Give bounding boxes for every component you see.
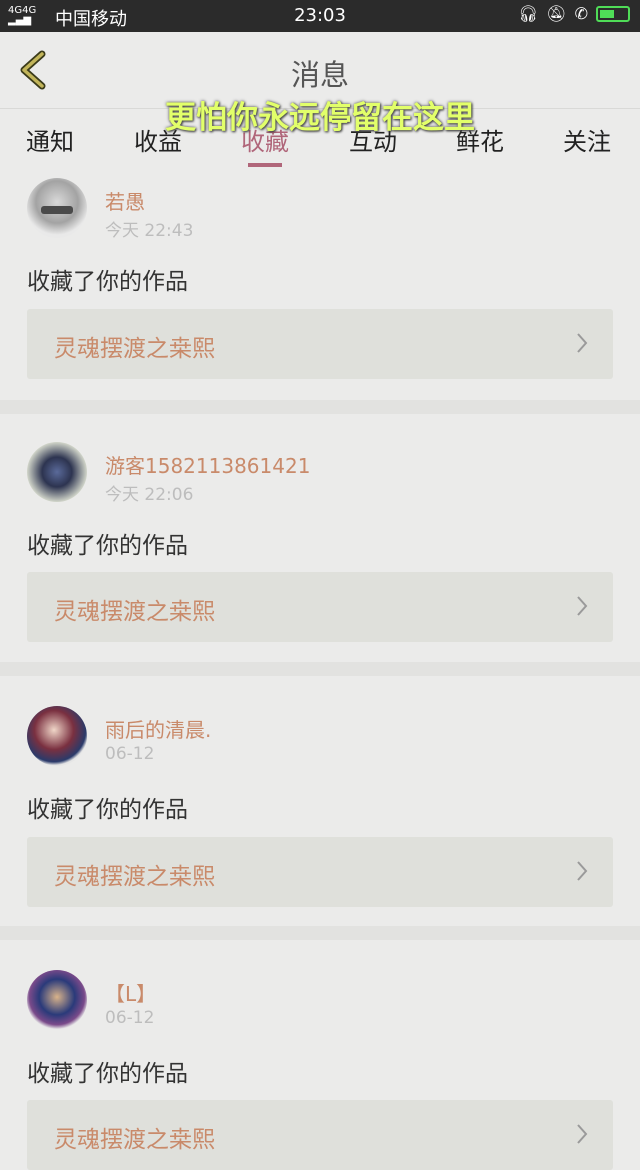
page-title: 消息 xyxy=(290,58,349,92)
timestamp: 今天 22:06 xyxy=(105,485,194,505)
video-caption: 更怕你永远停留在这里 xyxy=(165,100,475,136)
list-item: 游客1582113861421 今天 22:06 收藏了你的作品 灵魂摆渡之桒熙 xyxy=(0,414,640,662)
action-text: 收藏了你的作品 xyxy=(27,797,188,823)
username[interactable]: 游客1582113861421 xyxy=(105,450,310,479)
timestamp: 06-12 xyxy=(105,744,155,764)
work-title: 灵魂摆渡之桒熙 xyxy=(54,864,215,890)
avatar[interactable] xyxy=(27,442,87,502)
active-tab-indicator xyxy=(248,163,282,167)
username[interactable]: 【L】 xyxy=(105,978,156,1007)
timestamp: 今天 22:43 xyxy=(105,221,194,241)
chevron-right-icon xyxy=(577,861,588,881)
work-title: 灵魂摆渡之桒熙 xyxy=(54,336,215,362)
work-link[interactable]: 灵魂摆渡之桒熙 xyxy=(27,837,613,907)
list-item: 【L】 06-12 收藏了你的作品 灵魂摆渡之桒熙 xyxy=(0,940,640,1170)
work-title: 灵魂摆渡之桒熙 xyxy=(54,1127,215,1153)
avatar[interactable] xyxy=(27,178,87,238)
battery-charging-icon xyxy=(596,5,630,22)
chevron-right-icon xyxy=(577,1124,588,1144)
work-link[interactable]: 灵魂摆渡之桒熙 xyxy=(27,1100,613,1170)
username[interactable]: 若愚 xyxy=(105,186,145,215)
list-item: 雨后的清晨. 06-12 收藏了你的作品 灵魂摆渡之桒熙 xyxy=(0,676,640,926)
action-text: 收藏了你的作品 xyxy=(27,1061,188,1087)
chevron-right-icon xyxy=(577,596,588,616)
divider xyxy=(0,926,640,940)
timestamp: 06-12 xyxy=(105,1008,155,1028)
hd-call-icon: ✆ xyxy=(574,4,588,23)
work-link[interactable]: 灵魂摆渡之桒熙 xyxy=(27,309,613,379)
avatar[interactable] xyxy=(27,970,87,1030)
list-item: 若愚 今天 22:43 收藏了你的作品 灵魂摆渡之桒熙 xyxy=(0,168,640,400)
work-link[interactable]: 灵魂摆渡之桒熙 xyxy=(27,572,613,642)
bell-mute-icon: 🔕︎ xyxy=(546,4,567,23)
work-title: 灵魂摆渡之桒熙 xyxy=(54,599,215,625)
status-bar: 4G4G ▂▄▆ 中国移动 23:03 🎧︎ 🔕︎ ✆ xyxy=(0,0,640,32)
username[interactable]: 雨后的清晨. xyxy=(105,714,211,743)
divider xyxy=(0,662,640,676)
action-text: 收藏了你的作品 xyxy=(27,533,188,559)
divider xyxy=(0,400,640,414)
avatar[interactable] xyxy=(27,706,87,766)
headset-icon: 🎧︎ xyxy=(517,4,539,23)
chevron-right-icon xyxy=(577,333,588,353)
action-text: 收藏了你的作品 xyxy=(27,269,188,295)
